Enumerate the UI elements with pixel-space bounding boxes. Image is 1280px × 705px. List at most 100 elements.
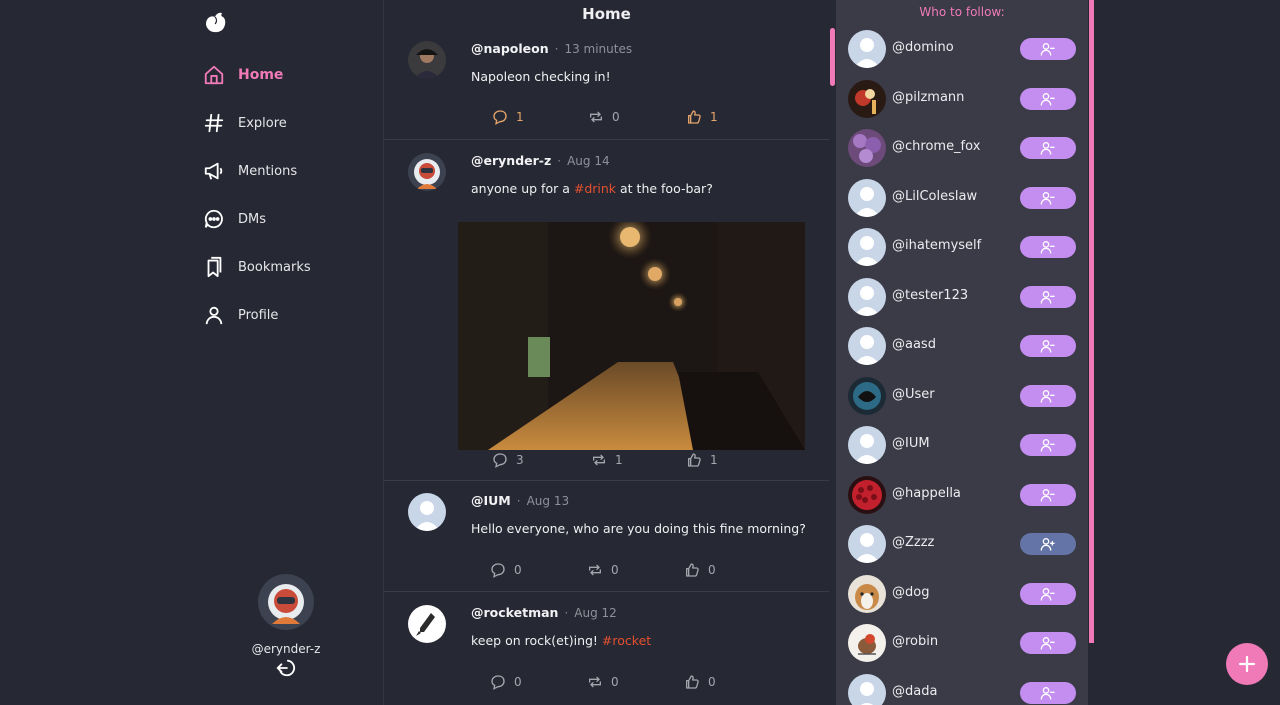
new-post-button[interactable] [1226, 643, 1268, 685]
follow-suggestion[interactable]: @happella [848, 475, 1078, 516]
follow-suggestion[interactable]: @dada [848, 673, 1078, 705]
author-handle[interactable]: @napoleon [471, 41, 549, 56]
suggestion-avatar[interactable] [848, 673, 886, 705]
comment-button[interactable]: 1 [492, 109, 524, 125]
nav-item-bookmarks[interactable]: Bookmarks [202, 243, 311, 291]
suggestion-handle[interactable]: @pilzmann [892, 90, 964, 105]
suggestion-handle[interactable]: @chrome_fox [892, 139, 980, 154]
suggestion-handle[interactable]: @robin [892, 634, 938, 649]
follow-suggestion[interactable]: @tester123 [848, 277, 1078, 318]
suggestion-avatar[interactable] [848, 426, 886, 464]
post[interactable]: @rocketman · Aug 12 keep on rock(et)ing! #… [384, 605, 829, 705]
comment-button[interactable]: 3 [492, 452, 524, 468]
unfollow-button[interactable] [1020, 87, 1076, 110]
suggestion-avatar[interactable] [848, 79, 886, 118]
unfollow-button[interactable] [1020, 483, 1076, 506]
suggestion-avatar[interactable] [848, 376, 886, 415]
author-avatar[interactable] [408, 41, 446, 79]
suggestion-avatar[interactable] [848, 624, 886, 662]
unfollow-button[interactable] [1020, 681, 1076, 704]
author-avatar[interactable] [408, 493, 446, 531]
suggestion-avatar[interactable] [848, 30, 886, 68]
suggestion-handle[interactable]: @tester123 [892, 288, 968, 303]
follow-suggestion[interactable]: @ihatemyself [848, 228, 1078, 268]
like-button[interactable]: 1 [686, 109, 718, 125]
like-button[interactable]: 1 [686, 452, 718, 468]
suggestion-handle[interactable]: @happella [892, 486, 961, 501]
suggestion-handle[interactable]: @dada [892, 684, 937, 699]
current-user-avatar[interactable] [258, 574, 314, 630]
author-avatar[interactable] [408, 153, 446, 191]
unfollow-button[interactable] [1020, 137, 1076, 159]
unfollow-button[interactable] [1020, 236, 1076, 258]
suggestion-avatar[interactable] [848, 475, 886, 514]
suggestion-avatar[interactable] [848, 129, 886, 167]
suggestion-avatar[interactable] [848, 574, 886, 613]
follow-suggestion[interactable]: @LilColeslaw [848, 178, 1078, 219]
bird-logo-icon[interactable] [203, 10, 229, 36]
suggestion-avatar[interactable] [848, 228, 886, 266]
nav-item-profile[interactable]: Profile [202, 291, 311, 339]
nav-item-dms[interactable]: DMs [202, 195, 311, 243]
nav-item-home[interactable]: Home [202, 51, 311, 99]
follow-suggestion[interactable]: @domino [848, 30, 1078, 70]
thumbs-up-icon [686, 675, 699, 689]
suggestion-avatar[interactable] [848, 178, 886, 217]
unfollow-button[interactable] [1020, 38, 1076, 60]
unfollow-button[interactable] [1020, 582, 1076, 605]
nav-item-explore[interactable]: Explore [202, 99, 311, 147]
post[interactable]: @erynder-z · Aug 14 anyone up for a #drink… [384, 153, 829, 481]
logout-icon[interactable] [275, 657, 297, 679]
follow-suggestion[interactable]: @aasd [848, 327, 1078, 367]
meta-separator: · [557, 154, 562, 168]
unfollow-button[interactable] [1020, 384, 1076, 407]
author-handle[interactable]: @IUM [471, 493, 511, 508]
suggestion-handle[interactable]: @dog [892, 585, 929, 600]
repost-button[interactable]: 0 [587, 562, 619, 578]
suggestion-handle[interactable]: @Zzzz [892, 535, 934, 550]
follow-suggestion[interactable]: @robin [848, 624, 1078, 664]
unfollow-button[interactable] [1020, 632, 1076, 654]
meta-separator: · [516, 494, 521, 508]
follow-suggestion[interactable]: @chrome_fox [848, 129, 1078, 169]
post-image[interactable] [458, 222, 805, 450]
suggestion-avatar[interactable] [848, 277, 886, 316]
suggestion-handle[interactable]: @IUM [892, 436, 930, 451]
suggestion-handle[interactable]: @domino [892, 40, 954, 55]
follow-suggestion[interactable]: @dog [848, 574, 1078, 615]
suggestion-avatar[interactable] [848, 327, 886, 365]
suggestion-handle[interactable]: @LilColeslaw [892, 189, 977, 204]
suggestion-handle[interactable]: @aasd [892, 337, 936, 352]
post[interactable]: @napoleon · 13 minutes Napoleon checking i… [384, 41, 829, 140]
repost-button[interactable]: 1 [591, 452, 623, 468]
comment-button[interactable]: 0 [490, 562, 522, 578]
follow-suggestion[interactable]: @Zzzz [848, 525, 1078, 565]
author-handle[interactable]: @rocketman [471, 605, 558, 620]
like-button[interactable]: 0 [684, 674, 716, 690]
repost-button[interactable]: 0 [588, 109, 620, 125]
thumbs-up-icon [686, 563, 699, 577]
unfollow-button[interactable] [1020, 186, 1076, 209]
user-minus-icon [1040, 43, 1055, 56]
follow-suggestion[interactable]: @User [848, 376, 1078, 417]
follow-button[interactable] [1020, 533, 1076, 555]
feed-scrollbar[interactable] [830, 28, 835, 86]
nav-item-mentions[interactable]: Mentions [202, 147, 311, 195]
unfollow-button[interactable] [1020, 285, 1076, 308]
unfollow-button[interactable] [1020, 434, 1076, 456]
repost-button[interactable]: 0 [587, 674, 619, 690]
suggestion-avatar[interactable] [848, 525, 886, 563]
author-avatar[interactable] [408, 605, 446, 643]
hashtag-link[interactable]: #drink [574, 181, 616, 196]
unfollow-button[interactable] [1020, 335, 1076, 357]
follow-suggestion[interactable]: @pilzmann [848, 79, 1078, 120]
comment-button[interactable]: 0 [490, 674, 522, 690]
hashtag-link[interactable]: #rocket [602, 633, 651, 648]
author-handle[interactable]: @erynder-z [471, 153, 551, 168]
suggestion-handle[interactable]: @User [892, 387, 935, 402]
follow-suggestion[interactable]: @IUM [848, 426, 1078, 466]
post[interactable]: @IUM · Aug 13 Hello everyone, who are you … [384, 493, 829, 592]
suggestion-handle[interactable]: @ihatemyself [892, 238, 981, 253]
like-button[interactable]: 0 [684, 562, 716, 578]
panel-scrollbar[interactable] [1089, 0, 1094, 643]
